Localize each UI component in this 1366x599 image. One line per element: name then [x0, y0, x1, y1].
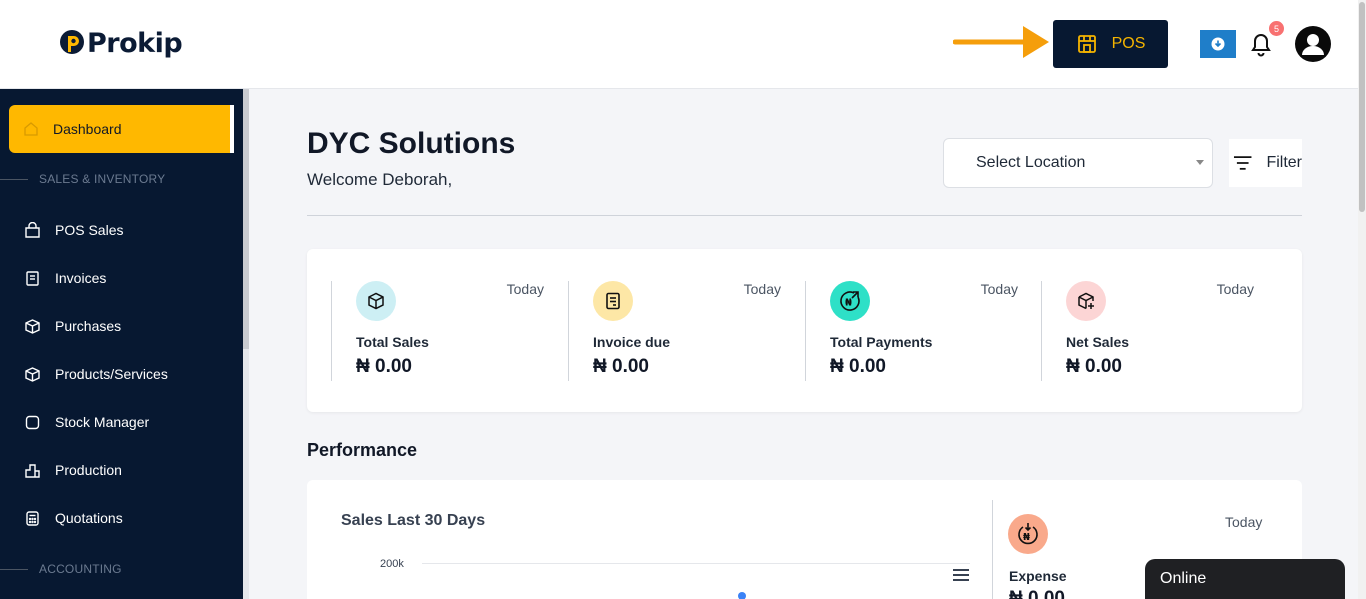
expense-label: Expense	[1009, 568, 1067, 584]
filter-lines-icon	[1233, 156, 1252, 170]
stat-period: Today	[743, 281, 781, 297]
sidebar-item-label: Dashboard	[53, 121, 122, 137]
page-scrollbar[interactable]	[1358, 0, 1366, 599]
stat-value: ₦ 0.00	[356, 356, 412, 377]
section-sales-inventory: SALES & INVENTORY	[0, 169, 243, 189]
stat-value: ₦ 0.00	[830, 356, 886, 377]
calculator-icon	[26, 510, 39, 526]
sidebar-item-invoices[interactable]: Invoices	[24, 266, 106, 290]
sidebar-item-dashboard[interactable]: Dashboard	[9, 105, 234, 153]
sidebar-item-label: Products/Services	[55, 366, 168, 382]
divider	[307, 215, 1302, 216]
sidebar: Dashboard SALES & INVENTORY POS Sales In…	[0, 89, 243, 599]
filter-label: Filter	[1266, 154, 1302, 171]
user-avatar-icon[interactable]	[1295, 26, 1331, 62]
sidebar-item-label: Purchases	[55, 318, 122, 334]
download-button[interactable]	[1200, 30, 1236, 58]
stat-period: Today	[980, 281, 1018, 297]
stat-value: ₦ 0.00	[1066, 356, 1122, 377]
section-accounting: ACCOUNTING	[0, 559, 243, 579]
sidebar-item-label: Quotations	[55, 510, 123, 526]
sidebar-item-pos-sales[interactable]: POS Sales	[24, 218, 123, 242]
prokip-logo[interactable]: Prokip	[59, 28, 183, 59]
sidebar-item-label: POS Sales	[55, 222, 124, 238]
stat-invoice-due[interactable]: Today Invoice due ₦ 0.00	[568, 281, 805, 381]
stat-total-sales[interactable]: Today Total Sales ₦ 0.00	[331, 281, 568, 381]
expense-period: Today	[1225, 514, 1263, 530]
purchase-box-icon	[25, 318, 40, 334]
notification-badge: 5	[1269, 21, 1284, 36]
section-title: SALES & INVENTORY	[39, 172, 166, 186]
chart-data-point[interactable]	[738, 592, 746, 599]
welcome-message: Welcome Deborah,	[307, 170, 453, 189]
sidebar-scrollbar[interactable]	[243, 89, 249, 599]
svg-text:₦: ₦	[845, 298, 852, 309]
notification-bell-icon[interactable]	[1248, 30, 1274, 58]
stat-label: Total Sales	[356, 334, 429, 350]
location-select-value: Select Location	[976, 154, 1086, 171]
chart-menu-icon[interactable]	[953, 569, 969, 581]
stat-period: Today	[1216, 281, 1254, 297]
expense-value: ₦ 0.00	[1009, 588, 1065, 599]
sidebar-item-stock-manager[interactable]: Stock Manager	[24, 410, 149, 434]
product-box-icon	[25, 366, 40, 382]
y-tick-label: 200k	[380, 558, 404, 570]
brand-name: Prokip	[87, 28, 183, 59]
store-icon	[1077, 35, 1096, 53]
vertical-divider	[992, 500, 993, 599]
stat-label: Total Payments	[830, 334, 933, 350]
stat-label: Net Sales	[1066, 334, 1130, 350]
section-title: ACCOUNTING	[39, 562, 122, 576]
arrow-annotation-icon	[953, 26, 1049, 58]
stat-label: Invoice due	[593, 334, 671, 350]
sidebar-item-products-services[interactable]: Products/Services	[24, 362, 168, 386]
location-select[interactable]: Select Location	[943, 138, 1213, 188]
caret-down-icon	[1196, 160, 1204, 165]
stat-value: ₦ 0.00	[593, 356, 649, 377]
prokip-logo-icon	[60, 29, 84, 54]
document-icon	[593, 281, 633, 321]
cube-icon	[356, 281, 396, 321]
stat-total-payments[interactable]: ₦ Today Total Payments ₦ 0.00	[805, 281, 1042, 381]
sidebar-item-production[interactable]: Production	[24, 458, 122, 482]
chart-gridline	[422, 563, 970, 564]
factory-icon	[25, 463, 40, 478]
sidebar-item-purchases[interactable]: Purchases	[24, 314, 121, 338]
stat-period: Today	[506, 281, 544, 297]
sidebar-item-label: Stock Manager	[55, 414, 150, 430]
home-icon	[24, 122, 38, 136]
svg-text:₦: ₦	[1023, 532, 1030, 543]
stat-net-sales[interactable]: Today Net Sales ₦ 0.00	[1041, 281, 1278, 381]
filter-button[interactable]: Filter	[1229, 139, 1302, 187]
chat-widget-status[interactable]: Online	[1145, 559, 1345, 599]
pos-bag-icon	[25, 221, 40, 238]
stats-card: Today Total Sales ₦ 0.00 Today Invoice d…	[307, 249, 1302, 412]
naira-download-icon: ₦	[1008, 514, 1048, 554]
box-plus-icon	[1066, 281, 1106, 321]
invoice-icon	[26, 270, 39, 286]
naira-payment-icon: ₦	[830, 281, 870, 321]
sidebar-item-label: Production	[55, 462, 122, 478]
top-header: Prokip POS 5	[0, 0, 1358, 89]
section-heading-performance: Performance	[307, 440, 418, 460]
chart-title: Sales Last 30 Days	[341, 512, 486, 529]
pos-button-label: POS	[1111, 35, 1146, 52]
download-circle-icon	[1211, 37, 1225, 51]
page-title: DYC Solutions	[307, 127, 516, 160]
sidebar-item-quotations[interactable]: Quotations	[24, 506, 123, 530]
sidebar-item-label: Invoices	[55, 270, 107, 286]
pos-button[interactable]: POS	[1053, 20, 1168, 68]
stock-icon	[25, 415, 40, 429]
